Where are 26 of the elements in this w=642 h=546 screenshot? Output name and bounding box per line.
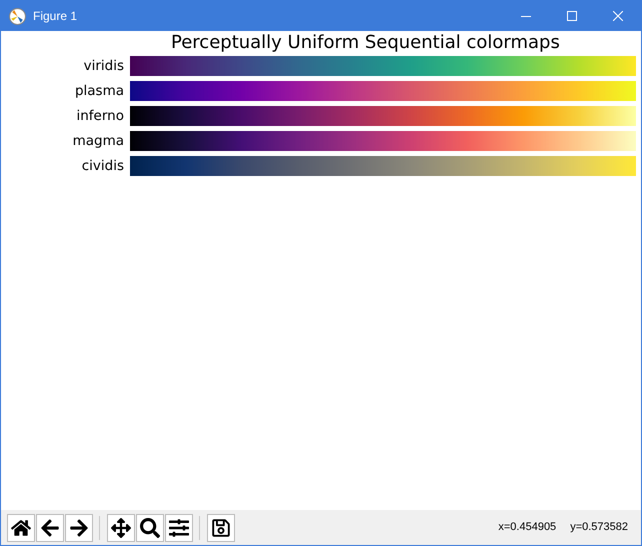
colormap-label: magma xyxy=(72,132,124,151)
colormap-label: cividis xyxy=(80,156,124,176)
pan-button[interactable] xyxy=(107,514,135,542)
back-icon xyxy=(40,518,60,538)
colormap-label: plasma xyxy=(74,82,124,101)
save-icon xyxy=(211,518,231,538)
figure-title: Perceptually Uniform Sequential colormaps xyxy=(171,32,561,54)
coordinate-readout: y=0.573582 xyxy=(570,520,628,536)
zoom-icon xyxy=(140,518,160,538)
colormap-label: viridis xyxy=(82,56,124,76)
configure-subplots-button[interactable] xyxy=(165,514,193,542)
maximize-icon xyxy=(567,11,577,21)
figure-icon xyxy=(9,8,26,24)
forward-icon xyxy=(69,518,89,538)
home-button[interactable] xyxy=(7,514,35,542)
colormap-label: inferno xyxy=(76,106,124,126)
save-button[interactable] xyxy=(207,514,235,542)
home-icon xyxy=(11,518,31,538)
coordinate-readout: x=0.454905 xyxy=(498,520,556,536)
pan-icon xyxy=(111,518,131,538)
configure-subplots-icon xyxy=(169,518,189,538)
window-title: Figure 1 xyxy=(33,8,78,25)
close-icon xyxy=(613,11,623,21)
forward-button[interactable] xyxy=(65,514,93,542)
zoom-button[interactable] xyxy=(136,514,164,542)
back-button[interactable] xyxy=(36,514,64,542)
